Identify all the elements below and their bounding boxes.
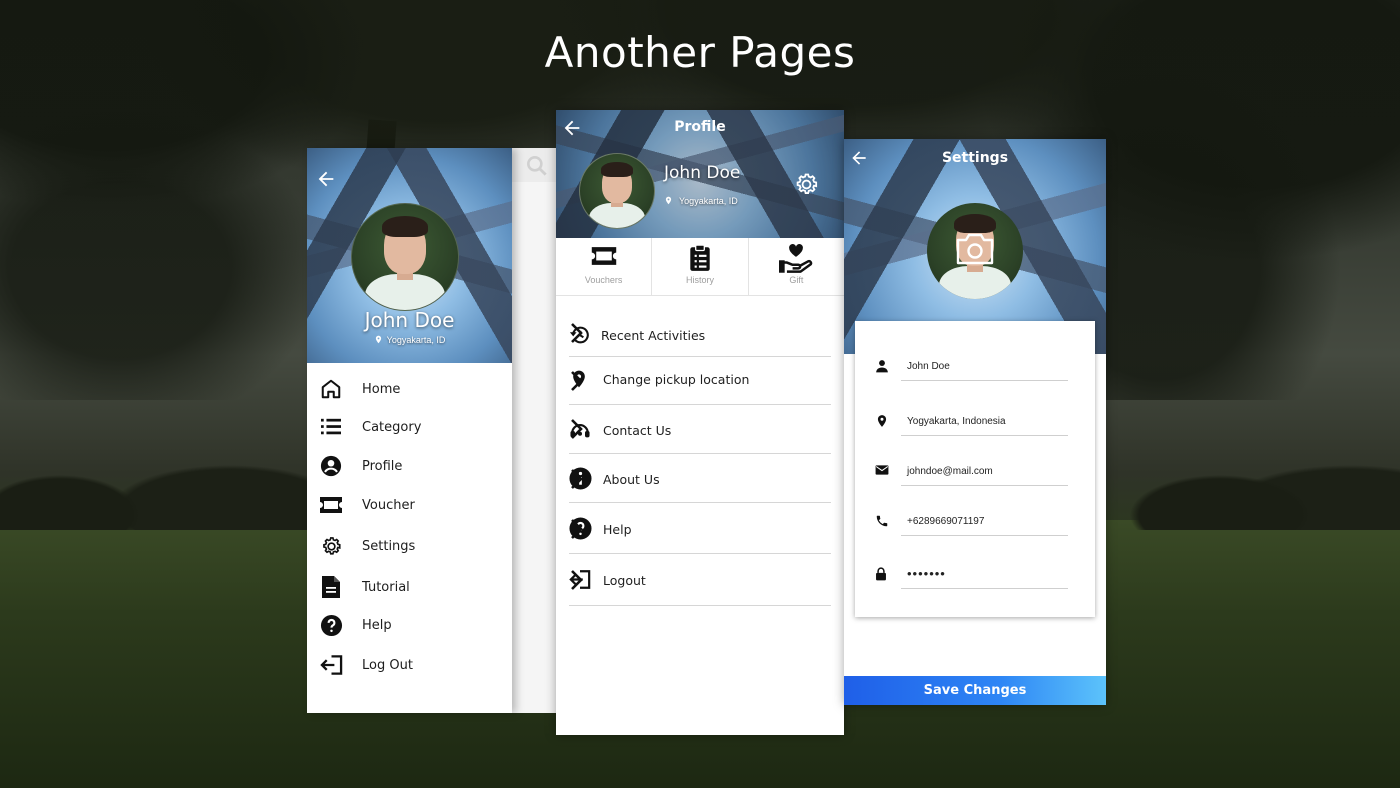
gear-icon[interactable] <box>793 171 820 198</box>
menu-item-voucher[interactable]: Voucher <box>319 491 415 519</box>
ticket-icon <box>590 246 618 266</box>
list-item-recent-activities[interactable]: Recent Activities <box>569 313 831 357</box>
password-field[interactable]: ••••••• <box>875 559 1068 589</box>
back-arrow-icon[interactable] <box>315 168 337 190</box>
list-item-help[interactable]: Help <box>569 503 831 554</box>
map-pin-icon <box>875 414 889 428</box>
lock-icon <box>875 567 887 581</box>
list-item-about-us[interactable]: About Us <box>569 454 831 503</box>
user-location: Yogyakarta, ID <box>307 334 512 345</box>
page-title: Settings <box>941 150 1009 166</box>
chevron-right-icon <box>569 322 823 344</box>
list-item-change-pickup[interactable]: Change pickup location <box>569 357 831 405</box>
save-changes-button[interactable]: Save Changes <box>844 676 1106 705</box>
page-heading: Another Pages <box>544 28 856 77</box>
map-pin-icon <box>374 334 383 345</box>
menu-item-label: Voucher <box>362 497 415 513</box>
list-icon <box>319 415 343 439</box>
menu-item-settings[interactable]: Settings <box>319 532 415 560</box>
location-text: Yogyakarta, ID <box>386 335 446 345</box>
email-field[interactable]: johndoe@mail.com <box>875 456 1068 486</box>
menu-item-label: Category <box>362 419 422 435</box>
settings-screen: Settings John Doe Yogyakarta, Indonesia … <box>844 139 1106 705</box>
location-field[interactable]: Yogyakarta, Indonesia <box>875 406 1068 436</box>
profile-cover: Profile John Doe Yogyakarta, ID <box>556 110 844 238</box>
person-icon <box>875 359 889 373</box>
menu-item-tutorial[interactable]: Tutorial <box>319 573 410 601</box>
list-item-contact-us[interactable]: Contact Us <box>569 405 831 454</box>
page-title: Profile <box>674 119 726 135</box>
menu-item-label: Help <box>362 617 392 633</box>
list-item-logout[interactable]: Logout <box>569 554 831 606</box>
map-pin-icon <box>664 195 673 206</box>
search-icon <box>524 153 550 185</box>
tab-history[interactable]: History <box>652 238 749 295</box>
menu-item-label: Tutorial <box>362 579 410 595</box>
user-name: John Doe <box>364 308 455 332</box>
phone-field[interactable]: +6289669071197 <box>875 506 1068 536</box>
menu-item-help[interactable]: Help <box>319 611 392 639</box>
menu-item-profile[interactable]: Profile <box>319 452 402 480</box>
document-icon <box>319 575 343 599</box>
tab-label: Gift <box>789 275 804 285</box>
drawer-cover: John Doe Yogyakarta, ID <box>307 148 512 363</box>
name-field[interactable]: John Doe <box>875 351 1068 381</box>
tab-label: History <box>685 275 714 285</box>
menu-item-category[interactable]: Category <box>319 413 421 441</box>
ticket-icon <box>319 493 343 517</box>
camera-icon[interactable] <box>954 232 996 266</box>
phone-icon <box>875 514 889 528</box>
tab-gift[interactable]: Gift <box>749 238 844 295</box>
tab-label: Vouchers <box>584 275 623 285</box>
chevron-right-icon <box>569 370 823 392</box>
profile-tabs: Vouchers History Gift <box>556 238 844 296</box>
field-value: John Doe <box>907 361 950 372</box>
user-name: John Doe <box>664 163 741 183</box>
hand-heart-icon <box>779 243 813 273</box>
clipboard-icon <box>689 244 711 272</box>
gear-icon <box>319 534 343 558</box>
logout-icon <box>319 653 343 677</box>
field-value: +6289669071197 <box>907 516 985 527</box>
menu-item-label: Settings <box>362 538 416 554</box>
profile-form-card: John Doe Yogyakarta, Indonesia johndoe@m… <box>855 321 1095 617</box>
help-icon <box>319 613 343 637</box>
chevron-right-icon <box>569 569 823 591</box>
menu-item-label: Profile <box>362 458 403 474</box>
menu-item-home[interactable]: Home <box>319 375 400 403</box>
field-value: ••••••• <box>907 566 946 581</box>
menu-item-label: Log Out <box>362 657 413 673</box>
navigation-drawer: John Doe Yogyakarta, ID Home Category Pr… <box>307 148 512 713</box>
avatar <box>351 203 459 311</box>
field-value: Yogyakarta, Indonesia <box>907 416 1006 427</box>
menu-item-label: Home <box>362 381 401 397</box>
menu-item-logout[interactable]: Log Out <box>319 651 413 679</box>
field-value: johndoe@mail.com <box>907 466 993 477</box>
tab-vouchers[interactable]: Vouchers <box>556 238 653 295</box>
location-text: Yogyakarta, ID <box>679 196 738 206</box>
mail-icon <box>875 464 889 476</box>
user-location: Yogyakarta, ID <box>664 195 738 206</box>
chevron-right-icon <box>569 468 823 490</box>
profile-screen: Profile John Doe Yogyakarta, ID Vouchers… <box>556 110 844 735</box>
home-icon <box>319 377 343 401</box>
account-icon <box>319 454 343 478</box>
avatar <box>579 153 655 229</box>
chevron-right-icon <box>569 418 823 440</box>
chevron-right-icon <box>569 518 823 540</box>
